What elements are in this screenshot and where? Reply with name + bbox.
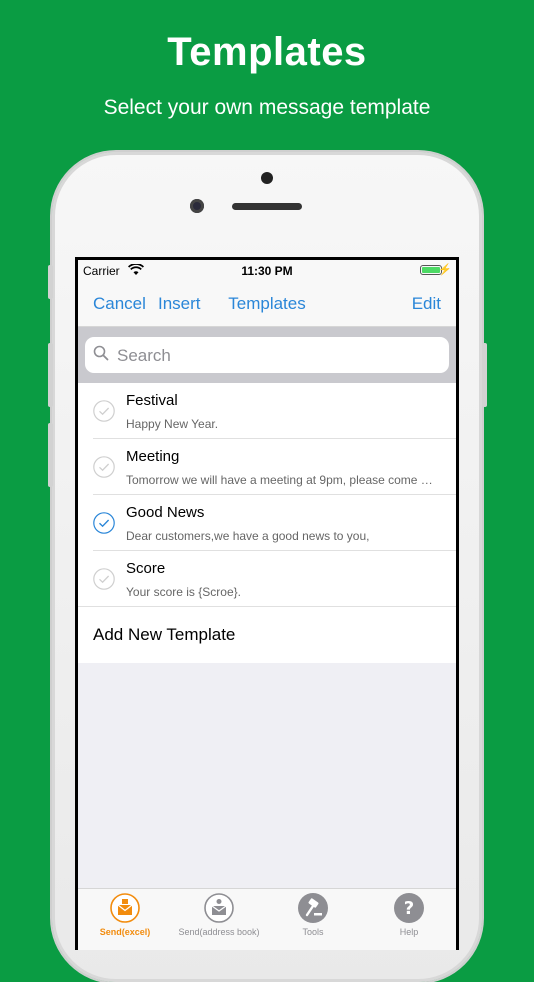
phone-power-button [482,343,487,407]
question-icon: ? [394,893,424,923]
clock: 11:30 PM [241,264,293,278]
tab-label: Tools [302,927,324,937]
phone-silent-switch [48,265,53,299]
template-title: Good News [126,504,205,521]
template-title: Score [126,560,166,577]
template-title: Meeting [126,448,180,465]
template-row-good-news[interactable]: Good News Dear customers,we have a good … [78,495,456,551]
svg-text:?: ? [404,898,414,919]
unchecked-circle-icon[interactable] [93,568,115,590]
search-bar[interactable] [85,337,449,373]
tab-help[interactable]: ? Help [362,889,456,950]
phone-screen: Carrier 11:30 PM ⚡ Cancel Insert Templat… [75,257,459,950]
tab-tools[interactable]: Tools [266,889,360,950]
tab-label: Send(excel) [99,927,151,937]
navigation-bar: Cancel Insert Templates Edit [78,282,456,327]
status-bar: Carrier 11:30 PM ⚡ [78,260,456,282]
front-camera [190,199,204,213]
earpiece-speaker [232,203,302,210]
tab-bar: Send(excel) Send(address book) Tools ? H… [78,888,456,950]
search-icon [93,345,109,366]
gavel-icon [298,893,328,923]
template-list: Festival Happy New Year. Meeting Tomorro… [78,383,456,663]
template-row-festival[interactable]: Festival Happy New Year. [78,383,456,439]
promo-subline: Select your own message template [103,96,431,119]
tab-send-excel[interactable]: Send(excel) [78,889,172,950]
search-bar-container [78,327,456,383]
template-body: Tomorrow we will have a meeting at 9pm, … [126,473,436,487]
template-body: Dear customers,we have a good news to yo… [126,529,370,543]
tab-label: Help [399,927,419,937]
template-body: Your score is {Scroe}. [126,585,241,599]
edit-button[interactable]: Edit [412,294,441,314]
front-sensor [261,172,273,184]
unchecked-circle-icon[interactable] [93,400,115,422]
phone-volume-up [48,343,53,407]
promo-headline: Templates [167,30,367,74]
tab-label: Send(address book) [178,927,260,937]
add-new-template-button[interactable]: Add New Template [78,607,456,663]
template-row-score[interactable]: Score Your score is {Scroe}. [78,551,456,607]
tab-send-address-book[interactable]: Send(address book) [172,889,266,950]
checked-circle-icon[interactable] [93,512,115,534]
envelope-icon [110,893,140,923]
contact-envelope-icon [204,893,234,923]
template-title: Festival [126,392,178,409]
phone-volume-down [48,423,53,487]
add-new-template-label: Add New Template [93,625,236,644]
search-input[interactable] [115,343,439,369]
charging-bolt-icon: ⚡ [438,264,452,276]
page-title: Templates [228,294,306,313]
app-screen: Carrier 11:30 PM ⚡ Cancel Insert Templat… [78,260,456,950]
template-body: Happy New Year. [126,417,219,431]
unchecked-circle-icon[interactable] [93,456,115,478]
template-row-meeting[interactable]: Meeting Tomorrow we will have a meeting … [78,439,456,495]
